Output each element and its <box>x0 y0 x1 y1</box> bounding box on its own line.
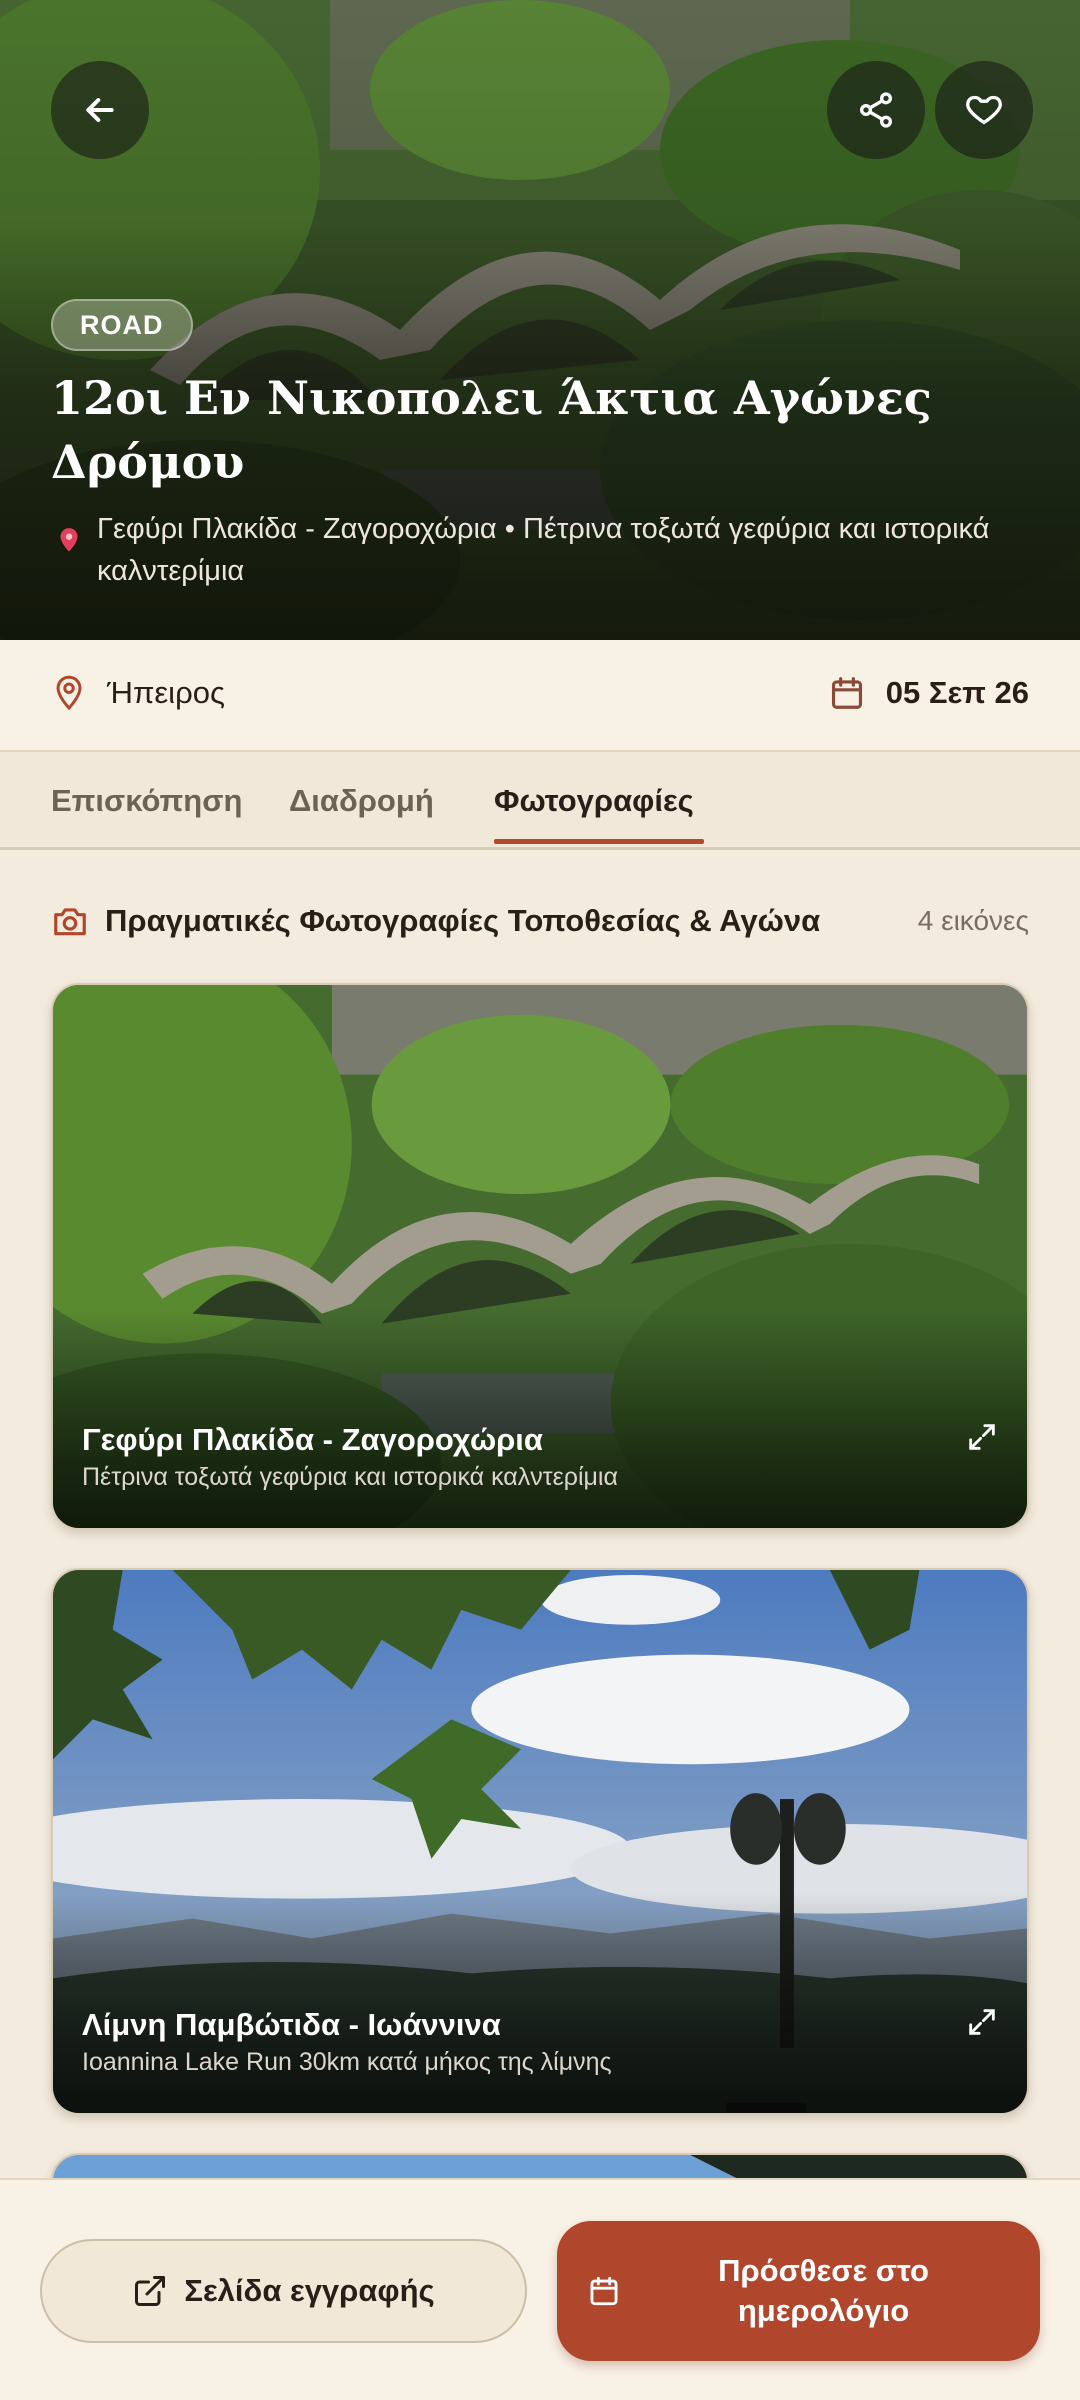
photo-card[interactable]: Λίμνη Παμβώτιδα - Ιωάννινα Ioannina Lake… <box>51 1568 1029 2115</box>
arrow-left-icon <box>86 98 114 122</box>
photos-count: 4 εικόνες <box>917 905 1029 936</box>
add-to-calendar-button[interactable]: Πρόσθεσε στο ημερολόγιο <box>557 2221 1040 2361</box>
tab-route[interactable]: Διαδρομή <box>289 752 434 850</box>
photo-caption: Πέτρινα τοξωτά γεφύρια και ιστορικά καλν… <box>82 1463 618 1491</box>
photos-section-title: Πραγματικές Φωτογραφίες Τοποθεσίας & Αγώ… <box>105 903 821 938</box>
share-icon <box>860 92 892 128</box>
photo-card[interactable]: Γεφύρι Πλακίδα - Ζαγοροχώρια Πέτρινα τοξ… <box>51 983 1029 1530</box>
expand-icon[interactable] <box>965 2005 999 2039</box>
calendar-icon <box>831 677 862 709</box>
add-to-calendar-label: Πρόσθεσε στο ημερολόγιο <box>718 2253 929 2328</box>
back-button[interactable] <box>51 61 149 159</box>
event-title: 12οι Εν Νικοπολει Άκτια Αγώνες Δρόμου <box>51 371 932 489</box>
expand-icon[interactable] <box>965 1420 999 1454</box>
event-info-bar: Ήπειρος 05 Σεπ 26 <box>0 640 1080 752</box>
tab-bar: Επισκόπηση Διαδρομή Φωτογραφίες <box>0 752 1080 850</box>
category-badge: ROAD <box>51 299 193 351</box>
heart-icon <box>966 95 1002 125</box>
photo-title: Λίμνη Παμβώτιδα - Ιωάννινα <box>82 2007 501 2042</box>
registration-page-label: Σελίδα εγγραφής <box>184 2273 435 2308</box>
date-info: 05 Σεπ 26 <box>828 673 1029 713</box>
date-label: 05 Σεπ 26 <box>885 675 1029 710</box>
tab-overview[interactable]: Επισκόπηση <box>51 752 242 850</box>
hero-subtitle: Γεφύρι Πλακίδα - Ζαγοροχώρια • Πέτρινα τ… <box>97 513 990 587</box>
region-label: Ήπειρος <box>107 675 225 710</box>
map-pin-icon <box>60 528 78 552</box>
photo-title: Γεφύρι Πλακίδα - Ζαγοροχώρια <box>82 1422 543 1457</box>
camera-icon <box>54 908 86 936</box>
photo-caption: Ioannina Lake Run 30km κατά μήκος της λί… <box>82 2048 612 2076</box>
external-link-icon <box>135 2276 166 2306</box>
hero-section: ROAD 12οι Εν Νικοπολει Άκτια Αγώνες Δρόμ… <box>0 0 1080 640</box>
favorite-button[interactable] <box>935 61 1033 159</box>
calendar-icon <box>590 2276 618 2306</box>
tab-photos[interactable]: Φωτογραφίες <box>494 752 694 850</box>
region-info: Ήπειρος <box>51 673 225 713</box>
registration-page-button[interactable]: Σελίδα εγγραφής <box>40 2239 527 2343</box>
share-button[interactable] <box>827 61 925 159</box>
active-tab-indicator <box>494 839 704 844</box>
location-pin-icon <box>56 675 82 711</box>
hero-location: Γεφύρι Πλακίδα - Ζαγοροχώρια • Πέτρινα τ… <box>51 508 1011 592</box>
bottom-action-bar: Σελίδα εγγραφής Πρόσθεσε στο ημερολόγιο <box>0 2178 1080 2400</box>
photos-section-header: Πραγματικές Φωτογραφίες Τοποθεσίας & Αγώ… <box>51 898 1029 944</box>
